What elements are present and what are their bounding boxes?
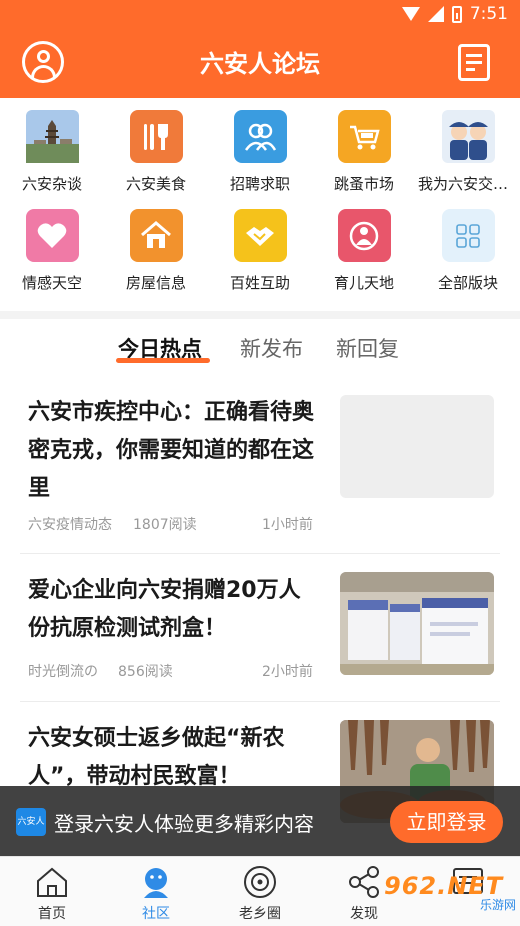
baby-icon bbox=[337, 209, 391, 262]
login-button[interactable]: 立即登录 bbox=[390, 801, 503, 843]
active-tab-indicator bbox=[116, 358, 210, 363]
status-time: 7:51 bbox=[469, 4, 508, 24]
nav-item-home[interactable]: 首页 bbox=[0, 857, 104, 926]
app-logo-icon: 六安人 bbox=[16, 808, 46, 836]
article-thumbnail bbox=[340, 395, 494, 498]
category-item[interactable]: 情感天空 bbox=[0, 209, 104, 293]
nav-item-circle[interactable]: 老乡圈 bbox=[208, 857, 312, 926]
nav-item-community[interactable]: 社区 bbox=[104, 857, 208, 926]
category-item[interactable]: 全部版块 bbox=[416, 209, 520, 293]
fork-knife-icon bbox=[129, 110, 183, 163]
nav-label: 社区 bbox=[142, 906, 170, 922]
section-divider bbox=[0, 311, 520, 319]
category-label: 六安美食 bbox=[125, 175, 186, 193]
category-label: 百姓互助 bbox=[229, 274, 290, 292]
category-item[interactable]: 房屋信息 bbox=[104, 209, 208, 293]
category-label: 房屋信息 bbox=[125, 274, 186, 292]
category-item[interactable]: 百姓互助 bbox=[208, 209, 312, 293]
category-label: 我为六安交通... bbox=[418, 175, 520, 193]
app-header: 7:51 六安人论坛 bbox=[0, 0, 520, 98]
signal-icon bbox=[427, 6, 444, 22]
handshake-icon bbox=[233, 209, 287, 262]
article-views: 1807阅读 bbox=[133, 517, 197, 533]
police-photo-icon bbox=[441, 110, 495, 163]
category-item[interactable]: 招聘求职 bbox=[208, 110, 312, 194]
article-time: 2小时前 bbox=[262, 664, 313, 680]
login-banner: 六安人 登录六安人体验更多精彩内容 立即登录 bbox=[0, 786, 520, 856]
nav-label: 首页 bbox=[38, 906, 66, 922]
category-label: 招聘求职 bbox=[229, 175, 290, 193]
category-label: 全部版块 bbox=[437, 274, 498, 292]
share-icon bbox=[346, 865, 382, 899]
community-icon bbox=[138, 865, 174, 899]
login-prompt: 登录六安人体验更多精彩内容 bbox=[54, 812, 314, 836]
tab-new-replies[interactable]: 新回复 bbox=[336, 333, 399, 363]
category-item[interactable]: 育儿天地 bbox=[312, 209, 416, 293]
article-title: 爱心企业向六安捐赠20万人份抗原检测试剂盒！ bbox=[28, 578, 301, 641]
app-screen: 7:51 六安人论坛 六安杂谈 六安美食 招聘求职 跳蚤市场 我为六安交通...… bbox=[0, 0, 520, 926]
battery-icon bbox=[451, 5, 462, 23]
article-time: 1小时前 bbox=[262, 517, 313, 533]
cart-icon bbox=[337, 110, 391, 163]
article-source: 时光倒流の bbox=[28, 664, 98, 680]
house-icon bbox=[129, 209, 183, 262]
status-icons: 7:51 bbox=[401, 4, 508, 24]
pagoda-photo-icon bbox=[25, 110, 79, 163]
category-item[interactable]: 六安杂谈 bbox=[0, 110, 104, 194]
list-item[interactable]: 爱心企业向六安捐赠20万人份抗原检测试剂盒！ 时光倒流の 856阅读 2小时前 bbox=[20, 572, 500, 702]
article-source: 六安疫情动态 bbox=[28, 517, 112, 533]
article-views: 856阅读 bbox=[118, 664, 173, 680]
status-bar: 7:51 bbox=[0, 0, 520, 30]
feed-tabs: 今日热点 新发布 新回复 bbox=[0, 319, 520, 379]
category-item[interactable]: 跳蚤市场 bbox=[312, 110, 416, 194]
circle-icon bbox=[242, 865, 278, 899]
article-title: 六安市疾控中心：正确看待奥密克戎，你需要知道的都在这里 bbox=[28, 400, 315, 501]
people-icon bbox=[233, 110, 287, 163]
wifi-icon bbox=[401, 7, 420, 21]
watermark-logo: 962.NET 乐游网 bbox=[384, 872, 516, 922]
heart-icon bbox=[25, 209, 79, 262]
page-title: 六安人论坛 bbox=[200, 50, 320, 78]
category-label: 六安杂谈 bbox=[21, 175, 82, 193]
nav-label: 老乡圈 bbox=[239, 906, 281, 922]
list-item[interactable]: 六安市疾控中心：正确看待奥密克戎，你需要知道的都在这里 六安疫情动态 1807阅… bbox=[20, 394, 500, 554]
home-icon bbox=[34, 865, 70, 899]
article-thumbnail bbox=[340, 572, 494, 675]
category-grid: 六安杂谈 六安美食 招聘求职 跳蚤市场 我为六安交通... 情感天空 房屋信息 … bbox=[0, 98, 520, 311]
category-label: 育儿天地 bbox=[333, 274, 394, 292]
compose-icon[interactable] bbox=[458, 44, 490, 81]
grid-icon bbox=[441, 209, 495, 262]
tab-new-posts[interactable]: 新发布 bbox=[240, 333, 303, 363]
article-title: 六安女硕士返乡做起“新农人”，带动村民致富！ bbox=[28, 726, 285, 789]
category-item[interactable]: 六安美食 bbox=[104, 110, 208, 194]
category-label: 跳蚤市场 bbox=[333, 175, 394, 193]
category-item[interactable]: 我为六安交通... bbox=[416, 110, 520, 194]
category-label: 情感天空 bbox=[21, 274, 82, 292]
